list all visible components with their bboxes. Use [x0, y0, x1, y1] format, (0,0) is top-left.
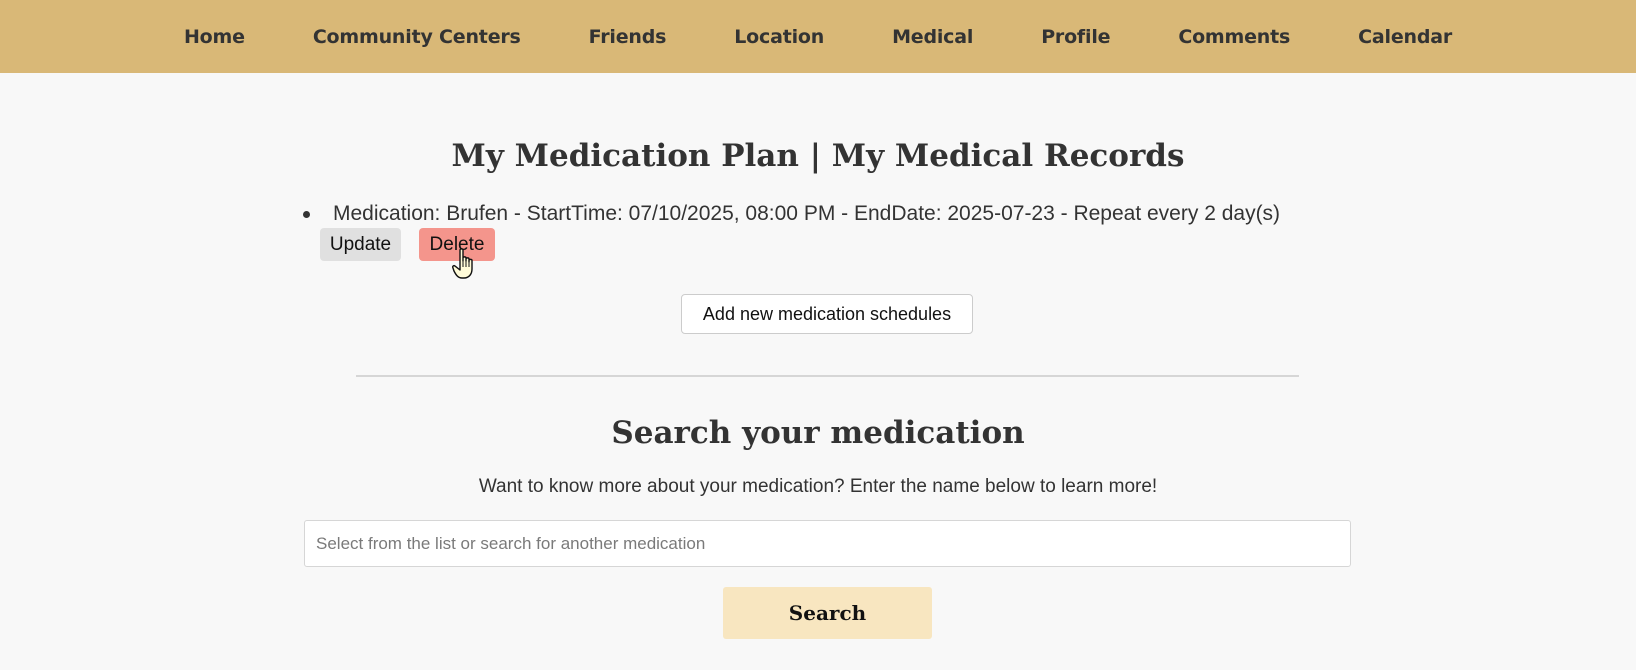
medication-list: Medication: Brufen - StartTime: 07/10/20…	[303, 200, 1281, 261]
nav-location[interactable]: Location	[734, 26, 824, 48]
nav-friends[interactable]: Friends	[589, 26, 667, 48]
nav-medical[interactable]: Medical	[892, 26, 973, 48]
nav-comments[interactable]: Comments	[1178, 26, 1290, 48]
nav-home[interactable]: Home	[184, 26, 245, 48]
update-button[interactable]: Update	[320, 228, 401, 261]
list-item: Medication: Brufen - StartTime: 07/10/20…	[303, 200, 1281, 261]
nav-profile[interactable]: Profile	[1041, 26, 1110, 48]
nav-calendar[interactable]: Calendar	[1358, 26, 1452, 48]
medication-plan-title: My Medication Plan | My Medical Records	[451, 138, 1185, 174]
search-button[interactable]: Search	[723, 587, 932, 639]
medication-search-input[interactable]	[304, 520, 1351, 567]
search-description: Want to know more about your medication?…	[478, 476, 1158, 497]
hand-pointer-icon	[452, 248, 473, 279]
search-section-title: Search your medication	[611, 415, 1025, 451]
add-medication-schedule-button[interactable]: Add new medication schedules	[681, 294, 973, 334]
section-divider	[356, 375, 1299, 377]
nav-community-centers[interactable]: Community Centers	[313, 26, 521, 48]
medication-entry-text: Medication: Brufen - StartTime: 07/10/20…	[333, 202, 1281, 225]
top-navbar: Home Community Centers Friends Location …	[0, 0, 1636, 73]
